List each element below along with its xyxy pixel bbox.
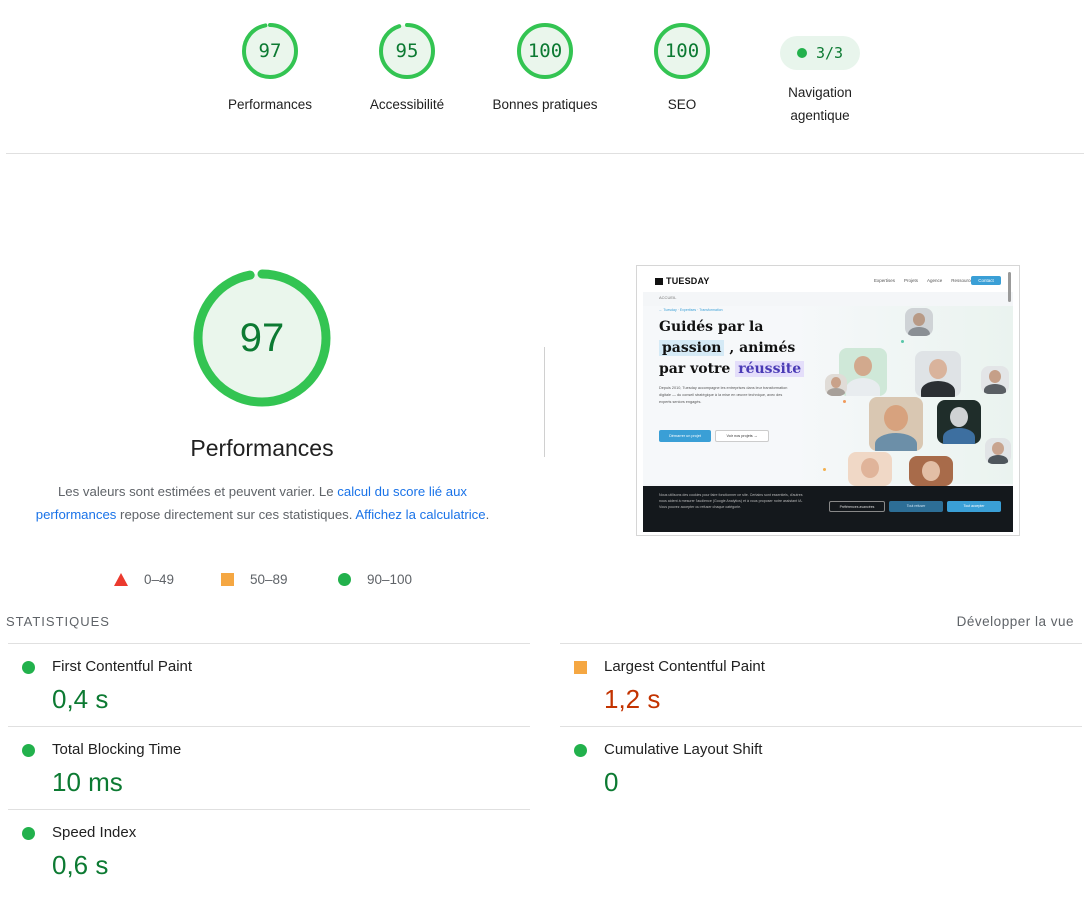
legend-pass-label: 90–100	[367, 571, 413, 587]
portrait-tile	[937, 400, 981, 444]
best-practices-gauge: 100	[516, 22, 574, 80]
site-scrollbar	[1008, 272, 1011, 302]
desc-text-3: .	[485, 507, 490, 522]
seo-score: 100	[664, 40, 700, 62]
site-breadcrumb: ACCUEIL	[659, 295, 677, 300]
legend-average-label: 50–89	[250, 571, 288, 587]
average-square-icon	[574, 661, 587, 674]
site-contact-button: Contact	[971, 276, 1001, 285]
metric-largest-contentful-paint: Largest Contentful Paint 1,2 s	[560, 643, 1082, 727]
metric-name: Cumulative Layout Shift	[604, 741, 763, 758]
legend-average: 50–89	[221, 569, 288, 589]
site-navbar: TUESDAY Expertises Projets Agence Ressou…	[643, 270, 1013, 292]
best-practices-label: Bonnes pratiques	[492, 97, 598, 112]
average-square-icon	[221, 572, 234, 586]
metric-first-contentful-paint: First Contentful Paint 0,4 s	[8, 643, 530, 727]
pass-circle-icon	[574, 744, 587, 757]
site-headline: Guidés par la passion , animés par votre…	[659, 317, 805, 380]
portrait-tile	[909, 456, 953, 486]
legend-pass: 90–100	[338, 569, 412, 589]
performance-label: Performances	[227, 97, 313, 112]
accessibility-label: Accessibilité	[369, 97, 445, 112]
site-primary-button: Démarrer un projet	[659, 430, 711, 442]
score-summary: 97 Performances 95 Accessibilité 100 Bon…	[0, 0, 1090, 154]
agentic-badge: 3/3	[780, 36, 860, 70]
performance-score: 97	[258, 40, 282, 62]
agentic-badge-count: 3/3	[815, 44, 844, 62]
metric-value: 0,4 s	[52, 684, 109, 714]
site-cookie-banner: Nous utilisons des cookies pour faire fo…	[643, 486, 1013, 532]
metric-name: First Contentful Paint	[52, 658, 193, 675]
accessibility-gauge: 95	[378, 22, 436, 80]
metric-value: 10 ms	[52, 767, 123, 797]
portrait-tile	[915, 351, 961, 397]
pass-circle-icon	[22, 827, 35, 840]
agentic-label: Navigation agentique	[750, 81, 890, 127]
stats-heading: STATISTIQUES	[6, 614, 110, 629]
pass-circle-icon	[22, 661, 35, 674]
portrait-tile	[825, 374, 847, 396]
pass-dot-icon	[796, 48, 807, 58]
summary-agentic-navigation[interactable]: 3/3 Navigation agentique	[750, 24, 890, 127]
desc-text-2: repose directement sur ces statistiques.	[116, 507, 356, 522]
summary-accessibility[interactable]: 95 Accessibilité	[337, 22, 477, 116]
performance-main-gauge: 97	[191, 267, 333, 409]
metric-value: 0,6 s	[52, 850, 109, 880]
site-hero-paragraph: Depuis 2010, Tuesday accompagne les entr…	[659, 386, 788, 404]
desc-text-1: Les valeurs sont estimées et peuvent var…	[57, 484, 338, 499]
performance-gauge: 97	[241, 22, 299, 80]
portrait-tile	[985, 438, 1011, 464]
best-practices-score: 100	[527, 40, 563, 62]
summary-seo[interactable]: 100 SEO	[612, 22, 752, 116]
final-screenshot[interactable]: TUESDAY Expertises Projets Agence Ressou…	[636, 265, 1020, 536]
pass-circle-icon	[338, 572, 351, 586]
summary-performance[interactable]: 97 Performances	[200, 22, 340, 116]
metric-value: 1,2 s	[604, 684, 661, 714]
metric-speed-index: Speed Index 0,6 s	[8, 809, 530, 893]
metric-total-blocking-time: Total Blocking Time 10 ms	[8, 726, 530, 810]
metric-name: Total Blocking Time	[52, 741, 182, 758]
performance-title: Performances	[190, 435, 334, 461]
metric-name: Largest Contentful Paint	[604, 658, 765, 675]
agentic-label-line2: agentique	[790, 108, 850, 123]
legend-fail: 0–49	[114, 569, 174, 589]
metric-name: Speed Index	[52, 824, 137, 841]
seo-label: SEO	[667, 97, 697, 112]
portrait-tile	[848, 452, 892, 486]
site-logo: TUESDAY	[655, 276, 710, 286]
agentic-label-line1: Navigation	[788, 85, 852, 100]
vertical-separator	[544, 347, 545, 457]
legend-fail-label: 0–49	[144, 571, 175, 587]
portrait-tile	[869, 397, 923, 451]
summary-divider	[6, 153, 1084, 154]
calculator-link[interactable]: Affichez la calculatrice	[355, 507, 485, 522]
metric-cumulative-layout-shift: Cumulative Layout Shift 0	[560, 726, 1082, 810]
screenshot-page: TUESDAY Expertises Projets Agence Ressou…	[643, 270, 1013, 532]
site-secondary-button: Voir nos projets →	[715, 430, 769, 442]
portrait-tile	[981, 366, 1009, 394]
site-nav-links: Expertises Projets Agence Ressources	[873, 278, 975, 283]
fail-triangle-icon	[114, 572, 128, 586]
expand-view-toggle[interactable]: Développer la vue	[957, 614, 1074, 629]
metric-value: 0	[604, 767, 619, 797]
site-hero-crumbs: ← Tuesday · Expertises · Transformation	[659, 308, 723, 312]
pass-circle-icon	[22, 744, 35, 757]
seo-gauge: 100	[653, 22, 711, 80]
summary-best-practices[interactable]: 100 Bonnes pratiques	[475, 22, 615, 116]
portrait-tile	[905, 308, 933, 336]
performance-main-score: 97	[239, 316, 285, 360]
performance-description: Les valeurs sont estimées et peuvent var…	[30, 480, 495, 526]
accessibility-score: 95	[395, 40, 419, 62]
